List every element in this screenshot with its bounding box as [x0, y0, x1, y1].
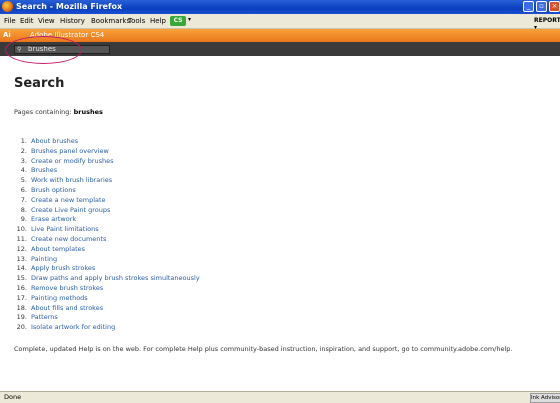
list-item: 19. Patterns [16, 313, 58, 322]
list-item: 15. Draw paths and apply brush strokes si… [16, 274, 200, 283]
result-link[interactable]: Painting methods [31, 294, 88, 302]
result-link[interactable]: About fills and strokes [31, 304, 103, 312]
main-content: Search [14, 76, 554, 92]
status-bar: Done Ink Advisor [0, 391, 560, 403]
menubar: File Edit View History Bookmarks Tools H… [0, 14, 560, 42]
list-item: 1. About brushes [20, 137, 79, 145]
list-item: 3. Create or modify brushes [20, 156, 114, 165]
list-item: 17. Painting methods [16, 293, 88, 302]
status-text: Done [4, 393, 22, 401]
window-titlebar: Search - Mozilla Firefox _ ▫ × [0, 0, 560, 14]
list-item: 8. Create Live Paint groups [20, 205, 111, 214]
menu-help[interactable]: Help [150, 16, 166, 26]
menu-file[interactable]: File [4, 16, 16, 26]
result-link[interactable]: Create new documents [31, 235, 106, 243]
result-link[interactable]: Apply brush strokes [31, 264, 95, 272]
menu-bookmarks[interactable]: Bookmarks [91, 16, 130, 26]
list-item: 4. Brushes [20, 166, 58, 175]
result-link[interactable]: Live Paint limitations [31, 225, 99, 233]
result-link[interactable]: Isolate artwork for editing [31, 323, 115, 331]
list-item: 5. Work with brush libraries [20, 176, 113, 185]
result-link[interactable]: Create or modify brushes [31, 157, 114, 165]
list-item: 2. Brushes panel overview [20, 146, 109, 155]
list-item: 11. Create new documents [16, 234, 107, 243]
pages-containing-label: Pages containing: [14, 108, 72, 116]
list-item: 16. Remove brush strokes [16, 283, 104, 292]
result-link[interactable]: About templates [31, 245, 85, 253]
result-link[interactable]: Create Live Paint groups [31, 206, 110, 214]
list-item: 14. Apply brush strokes [16, 264, 96, 273]
result-link[interactable]: Draw paths and apply brush strokes simul… [31, 274, 200, 282]
list-item: 10. Live Paint limitations [16, 225, 99, 234]
minimize-button[interactable]: _ [523, 1, 534, 12]
result-link[interactable]: Remove brush strokes [31, 284, 103, 292]
help-footer-text: Complete, updated Help is on the web. Fo… [14, 345, 513, 353]
list-item: 12. About templates [16, 244, 86, 253]
result-link[interactable]: Create a new template [31, 196, 106, 204]
list-item: 9. Erase artwork [20, 215, 77, 224]
app-header: Ai Adobe Illustrator CS4 [0, 29, 560, 42]
list-item: 13. Painting [16, 254, 58, 263]
list-item: 7. Create a new template [20, 195, 106, 204]
window-title: Search - Mozilla Firefox [16, 2, 123, 11]
result-link[interactable]: Work with brush libraries [31, 176, 112, 184]
result-link[interactable]: About brushes [31, 137, 78, 145]
pages-containing: Pages containing: brushes [14, 108, 103, 117]
chevron-down-icon[interactable]: ▾ [188, 16, 191, 23]
result-link[interactable]: Brushes panel overview [31, 147, 109, 155]
restore-button[interactable]: ▫ [536, 1, 547, 12]
list-item: 18. About fills and strokes [16, 303, 104, 312]
menu-history[interactable]: History [60, 16, 85, 26]
menu-tools[interactable]: Tools [128, 16, 145, 26]
result-link[interactable]: Patterns [31, 313, 58, 321]
results-list: 1. About brushes 2. Brushes panel overview… [14, 137, 200, 333]
addon-icon[interactable]: CS [170, 16, 186, 26]
result-link[interactable]: Brushes [31, 166, 57, 174]
close-button[interactable]: × [549, 1, 560, 12]
help-search-bar: ⚲ [0, 42, 560, 56]
menu-edit[interactable]: Edit [20, 16, 34, 26]
firefox-icon [2, 1, 13, 12]
result-link[interactable]: Erase artwork [31, 215, 76, 223]
result-link[interactable]: Brush options [31, 186, 76, 194]
search-query: brushes [73, 108, 103, 116]
menu-view[interactable]: View [38, 16, 55, 26]
page-title: Search [14, 76, 65, 91]
illustrator-logo: Ai [3, 31, 11, 39]
highlight-ellipse [5, 36, 82, 64]
list-item: 20. Isolate artwork for editing [16, 323, 116, 332]
list-item: 6. Brush options [20, 185, 76, 194]
result-link[interactable]: Painting [31, 255, 57, 263]
